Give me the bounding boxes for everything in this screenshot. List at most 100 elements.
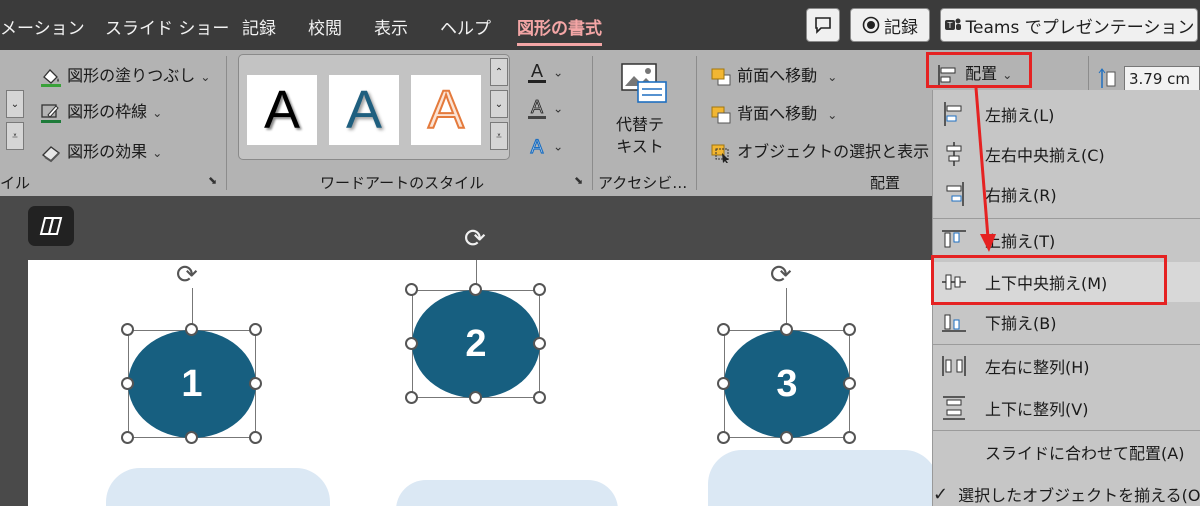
dialog-launcher-icon[interactable]: ⬊ — [574, 174, 583, 187]
shape-effects-icon — [42, 145, 60, 162]
record-icon — [862, 16, 880, 34]
resize-handle[interactable] — [405, 283, 418, 296]
send-backward-button[interactable]: 背面へ移動 ⌄ — [710, 100, 837, 125]
resize-handle[interactable] — [121, 377, 134, 390]
pen-outline-icon — [41, 103, 61, 123]
menu-item-label: 左右に整列(H) — [985, 358, 1090, 377]
resize-handle[interactable] — [469, 283, 482, 296]
resize-handle[interactable] — [185, 323, 198, 336]
menu-item-distribute-horizontally[interactable]: 左右に整列(H) — [933, 346, 1200, 386]
selection-pane-label: オブジェクトの選択と表示 — [737, 142, 930, 161]
ellipse-shape-3[interactable]: 3 — [724, 330, 850, 438]
shape-fill-label: 図形の塗りつぶし — [67, 66, 196, 85]
chevron-down-icon: ⌄ — [553, 139, 564, 154]
rounded-rectangle-shape[interactable] — [708, 450, 938, 506]
resize-handle[interactable] — [843, 431, 856, 444]
rotate-handle-icon[interactable]: ⟳ — [176, 262, 198, 288]
wordart-style-black[interactable]: A — [247, 75, 317, 145]
menu-item-align-right[interactable]: 右揃え(R) — [933, 174, 1200, 214]
resize-handle[interactable] — [843, 377, 856, 390]
menu-item-align-selected-objects[interactable]: ✓ 選択したオブジェクトを揃える(O) — [933, 474, 1200, 506]
tab-shape-format[interactable]: 図形の書式 — [517, 14, 602, 46]
resize-handle[interactable] — [843, 323, 856, 336]
wordart-scroll-down[interactable]: ⌄ — [490, 90, 508, 118]
alt-text-button[interactable]: 代替テ キスト — [602, 62, 686, 162]
resize-handle[interactable] — [249, 323, 262, 336]
text-outline-button[interactable]: A ⌄ — [526, 96, 563, 120]
copilot-icon — [39, 217, 63, 235]
tab-view[interactable]: 表示 — [374, 14, 408, 39]
resize-handle[interactable] — [121, 323, 134, 336]
resize-handle[interactable] — [717, 323, 730, 336]
shape-outline-button[interactable]: 図形の枠線 ⌄ — [40, 98, 162, 123]
chevron-down-icon: ⌄ — [200, 70, 211, 84]
rotate-handle-icon[interactable]: ⟳ — [464, 226, 486, 252]
menu-item-label: 選択したオブジェクトを揃える(O) — [958, 486, 1200, 505]
highlight-box-align-middle — [931, 255, 1167, 305]
wordart-style-blue[interactable]: A — [329, 75, 399, 145]
shape-style-more-button[interactable]: ⩡ — [6, 122, 24, 150]
menu-item-align-top[interactable]: 上揃え(T) — [933, 220, 1200, 260]
rounded-rectangle-shape[interactable] — [396, 480, 618, 506]
menu-item-align-center[interactable]: 左右中央揃え(C) — [933, 134, 1200, 174]
wordart-more-button[interactable]: ⩡ — [490, 122, 508, 150]
menu-item-distribute-vertically[interactable]: 上下に整列(V) — [933, 388, 1200, 428]
menu-item-align-to-slide[interactable]: スライドに合わせて配置(A) — [933, 432, 1200, 472]
resize-handle[interactable] — [121, 431, 134, 444]
wordart-style-orange-outline[interactable]: A — [411, 75, 481, 145]
resize-handle[interactable] — [533, 337, 546, 350]
shape-fill-button[interactable]: 図形の塗りつぶし ⌄ — [40, 62, 210, 87]
record-label: 記録 — [884, 17, 918, 38]
dialog-launcher-icon[interactable]: ⬊ — [208, 174, 217, 187]
shape-style-scroll-down[interactable]: ⌄ — [6, 90, 24, 118]
slide-canvas[interactable]: ⟳ 1 2 ⟳ 3 — [28, 260, 938, 506]
record-button[interactable]: 記録 — [850, 8, 930, 42]
resize-handle[interactable] — [405, 391, 418, 404]
paint-bucket-icon — [41, 68, 61, 87]
bring-forward-button[interactable]: 前面へ移動 ⌄ — [710, 62, 837, 87]
resize-handle[interactable] — [469, 391, 482, 404]
shape-styles-group-label: イル — [0, 174, 31, 192]
align-bottom-icon — [942, 314, 966, 332]
copilot-button[interactable] — [28, 206, 74, 246]
menu-item-label: 右揃え(R) — [985, 186, 1057, 205]
bring-forward-label: 前面へ移動 — [737, 66, 818, 85]
resize-handle[interactable] — [405, 337, 418, 350]
resize-handle[interactable] — [249, 431, 262, 444]
resize-handle[interactable] — [249, 377, 262, 390]
menu-item-align-left[interactable]: 左揃え(L) — [933, 94, 1200, 134]
menu-item-label: 左揃え(L) — [985, 106, 1055, 125]
resize-handle[interactable] — [717, 377, 730, 390]
teams-present-button[interactable]: T Teams でプレゼンテーション — [940, 8, 1198, 42]
tab-animations[interactable]: メーション — [0, 14, 85, 39]
resize-handle[interactable] — [780, 323, 793, 336]
shape-effects-label: 図形の効果 — [67, 142, 148, 161]
selection-pane-button[interactable]: オブジェクトの選択と表示 — [710, 138, 930, 164]
teams-present-label: Teams でプレゼンテーション — [965, 17, 1195, 38]
text-effects-button[interactable]: A ⌄ — [526, 134, 563, 158]
resize-handle[interactable] — [780, 431, 793, 444]
resize-handle[interactable] — [185, 431, 198, 444]
accessibility-group-label: アクセシビ… — [598, 174, 688, 192]
chevron-down-icon: ⌄ — [827, 70, 838, 84]
comments-button[interactable] — [806, 8, 840, 42]
ellipse-shape-2[interactable]: 2 — [412, 290, 540, 398]
resize-handle[interactable] — [533, 391, 546, 404]
tab-help[interactable]: ヘルプ — [440, 14, 491, 39]
ellipse-shape-1[interactable]: 1 — [128, 330, 256, 438]
menu-item-align-bottom[interactable]: 下揃え(B) — [933, 302, 1200, 342]
resize-handle[interactable] — [533, 283, 546, 296]
rotate-handle-icon[interactable]: ⟳ — [770, 262, 792, 288]
resize-handle[interactable] — [717, 431, 730, 444]
tab-record[interactable]: 記録 — [242, 14, 276, 39]
shape-effects-button[interactable]: 図形の効果 ⌄ — [40, 138, 162, 163]
text-fill-button[interactable]: A ⌄ — [526, 60, 563, 84]
rounded-rectangle-shape[interactable] — [106, 468, 330, 506]
arrange-group-label: 配置 — [870, 174, 901, 192]
tab-review[interactable]: 校閲 — [308, 14, 342, 39]
alt-text-label: 代替テ キスト — [616, 114, 664, 158]
shape-height-input[interactable]: 3.79 cm — [1124, 66, 1200, 92]
tab-slideshow[interactable]: スライド ショー — [105, 14, 229, 39]
shape-height-icon — [1098, 68, 1116, 88]
wordart-scroll-up[interactable]: ⌃ — [490, 58, 508, 86]
